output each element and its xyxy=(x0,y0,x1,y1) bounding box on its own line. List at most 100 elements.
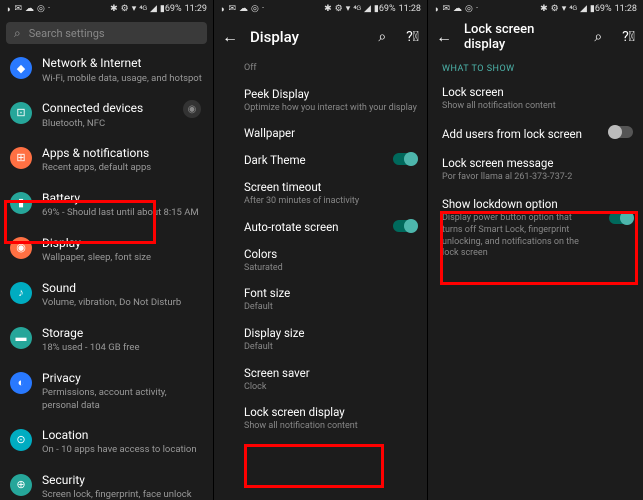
display-settings-panel: ◗✉☁◎· ✱⚙▾⁴ᴳ◢▮69%11:28 ← Display ⌕ ?⃝ Off… xyxy=(214,0,428,500)
lock-screen-display-panel: ◗✉☁◎· ✱⚙▾⁴ᴳ◢▮69%11:28 ← Lock screen disp… xyxy=(428,0,643,500)
item-subtitle: 18% used - 104 GB free xyxy=(42,342,203,354)
app-bar: ← Lock screen display ⌕ ?⃝ xyxy=(428,18,643,56)
display-item-off[interactable]: Off xyxy=(244,56,427,81)
item-title: Auto-rotate screen xyxy=(244,220,417,235)
item-title: Show lockdown option xyxy=(442,197,629,212)
settings-item-connected-devices[interactable]: ⊡ Connected devicesBluetooth, NFC xyxy=(0,93,213,138)
lock-item-lock-screen-message[interactable]: Lock screen messagePor favor llama al 26… xyxy=(428,149,643,191)
toggle-switch[interactable] xyxy=(609,126,633,138)
settings-item-security[interactable]: ⊕SecurityScreen lock, fingerprint, face … xyxy=(0,465,213,500)
item-subtitle: Display power button option that turns o… xyxy=(442,213,629,260)
item-title: Privacy xyxy=(42,371,203,387)
settings-icon: ⊕ xyxy=(10,474,32,496)
settings-item-apps-notifications[interactable]: ⊞ Apps & notificationsRecent apps, defaul… xyxy=(0,138,213,183)
item-title: Lock screen xyxy=(442,85,629,100)
item-title: Screen saver xyxy=(244,366,417,381)
item-subtitle: Optimize how you interact with your disp… xyxy=(244,103,417,115)
item-title: Font size xyxy=(244,286,417,301)
item-title: Connected devices xyxy=(42,101,203,117)
back-button[interactable]: ← xyxy=(436,27,452,47)
display-item-font-size[interactable]: Font sizeDefault xyxy=(244,280,427,320)
lock-screen-list: Lock screenShow all notification content… xyxy=(428,78,643,267)
item-title: Sound xyxy=(42,281,203,297)
back-button[interactable]: ← xyxy=(222,27,238,47)
display-item-peek-display[interactable]: Peek DisplayOptimize how you interact wi… xyxy=(244,81,427,121)
item-subtitle: Default xyxy=(244,302,417,314)
camera-icon: ◉ xyxy=(183,100,201,118)
item-subtitle: Por favor llama al 261-373-737-2 xyxy=(442,172,629,184)
settings-icon: ⊞ xyxy=(10,147,32,169)
item-subtitle: Saturated xyxy=(244,263,417,275)
item-subtitle: 69% - Should last until about 8:15 AM xyxy=(42,207,203,219)
item-title: Lock screen message xyxy=(442,156,629,171)
settings-icon: ◆ xyxy=(10,57,32,79)
item-title: Battery xyxy=(42,191,203,207)
item-title: Display xyxy=(42,236,203,252)
item-title: Location xyxy=(42,428,203,444)
item-title: Wallpaper xyxy=(244,126,417,141)
item-title: Colors xyxy=(244,247,417,262)
display-item-screen-timeout[interactable]: Screen timeoutAfter 30 minutes of inacti… xyxy=(244,174,427,214)
item-subtitle: Volume, vibration, Do Not Disturb xyxy=(42,297,203,309)
item-title: Lock screen display xyxy=(244,405,417,420)
app-bar: ← Display ⌕ ?⃝ xyxy=(214,18,427,56)
display-item-wallpaper[interactable]: Wallpaper xyxy=(244,120,427,147)
status-bar: ◗✉☁◎· ✱⚙▾⁴ᴳ◢▮69%11:29 xyxy=(0,0,213,18)
display-item-screen-saver[interactable]: Screen saverClock xyxy=(244,360,427,400)
display-item-dark-theme[interactable]: Dark Theme xyxy=(244,147,427,174)
settings-item-network-internet[interactable]: ◆ Network & InternetWi-Fi, mobile data, u… xyxy=(0,48,213,93)
item-subtitle: Clock xyxy=(244,382,417,394)
display-item-lock-screen-display[interactable]: Lock screen displayShow all notification… xyxy=(244,399,427,439)
settings-icon: ⊡ xyxy=(10,102,32,124)
item-subtitle: Wi-Fi, mobile data, usage, and hotspot xyxy=(42,73,203,85)
item-title: Network & Internet xyxy=(42,56,203,72)
help-icon[interactable]: ?⃝ xyxy=(406,29,419,45)
status-bar: ◗✉☁◎· ✱⚙▾⁴ᴳ◢▮69%11:28 xyxy=(428,0,643,18)
item-subtitle: Screen lock, fingerprint, face unlock xyxy=(42,489,203,500)
item-subtitle: Show all notification content xyxy=(244,421,417,433)
item-title: Storage xyxy=(42,326,203,342)
item-subtitle: On - 10 apps have access to location xyxy=(42,444,203,456)
toggle-switch[interactable] xyxy=(393,153,417,165)
lock-item-show-lockdown-option[interactable]: Show lockdown optionDisplay power button… xyxy=(428,190,643,267)
item-subtitle: After 30 minutes of inactivity xyxy=(244,196,417,208)
settings-item-display[interactable]: ◉DisplayWallpaper, sleep, font size xyxy=(0,228,213,273)
search-settings[interactable]: ⌕ Search settings xyxy=(6,22,207,44)
settings-icon: ◉ xyxy=(10,237,32,259)
lock-item-add-users-from-lock-screen[interactable]: Add users from lock screen xyxy=(428,120,643,149)
item-subtitle: Permissions, account activity, personal … xyxy=(42,387,203,412)
item-title: Screen timeout xyxy=(244,180,417,195)
display-item-colors[interactable]: ColorsSaturated xyxy=(244,241,427,281)
search-icon[interactable]: ⌕ xyxy=(378,29,386,45)
settings-icon: ♪ xyxy=(10,282,32,304)
search-icon: ⌕ xyxy=(14,26,21,41)
help-icon[interactable]: ?⃝ xyxy=(622,29,635,45)
item-subtitle: Default xyxy=(244,342,417,354)
section-header: WHAT TO SHOW xyxy=(428,56,643,78)
search-icon[interactable]: ⌕ xyxy=(594,29,602,45)
item-title: Dark Theme xyxy=(244,153,417,168)
display-item-auto-rotate-screen[interactable]: Auto-rotate screen xyxy=(244,214,427,241)
item-subtitle: Recent apps, default apps xyxy=(42,162,203,174)
settings-main-panel: ◗✉☁◎· ✱⚙▾⁴ᴳ◢▮69%11:29 ⌕ Search settings … xyxy=(0,0,214,500)
settings-item-location[interactable]: ⊙LocationOn - 10 apps have access to loc… xyxy=(0,420,213,465)
item-subtitle: Bluetooth, NFC xyxy=(42,118,203,130)
settings-icon: ◐ xyxy=(10,372,32,394)
item-title: Add users from lock screen xyxy=(442,127,629,142)
item-title: Peek Display xyxy=(244,87,417,102)
lock-item-lock-screen[interactable]: Lock screenShow all notification content xyxy=(428,78,643,120)
settings-item-storage[interactable]: ▬ Storage18% used - 104 GB free xyxy=(0,318,213,363)
toggle-switch[interactable] xyxy=(393,220,417,232)
page-title: Lock screen display xyxy=(464,22,574,52)
toggle-switch[interactable] xyxy=(609,212,633,224)
settings-list: ◆ Network & InternetWi-Fi, mobile data, u… xyxy=(0,48,213,500)
settings-icon: ▮ xyxy=(10,192,32,214)
display-list: OffPeek DisplayOptimize how you interact… xyxy=(214,56,427,439)
settings-icon: ▬ xyxy=(10,327,32,349)
settings-item-sound[interactable]: ♪ SoundVolume, vibration, Do Not Disturb xyxy=(0,273,213,318)
settings-item-battery[interactable]: ▮ Battery69% - Should last until about 8:… xyxy=(0,183,213,228)
item-title: Apps & notifications xyxy=(42,146,203,162)
display-item-display-size[interactable]: Display sizeDefault xyxy=(244,320,427,360)
settings-item-privacy[interactable]: ◐ PrivacyPermissions, account activity, p… xyxy=(0,363,213,420)
page-title: Display xyxy=(250,28,358,46)
